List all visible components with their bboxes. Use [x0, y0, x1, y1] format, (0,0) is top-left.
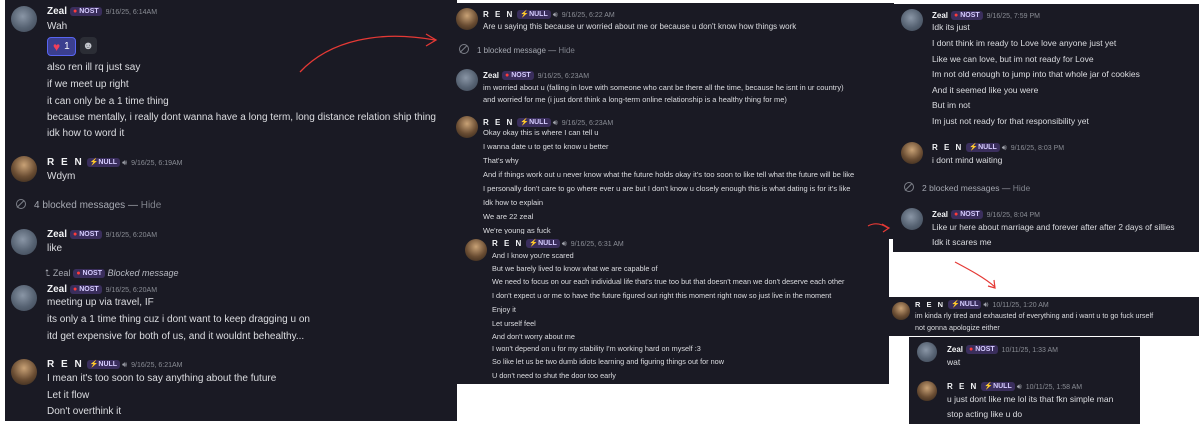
arrow-middle-to-right-head [881, 223, 891, 233]
arrow-right-down [954, 261, 996, 288]
annotation-arrows [299, 33, 996, 289]
arrow-left-to-middle [299, 35, 436, 73]
